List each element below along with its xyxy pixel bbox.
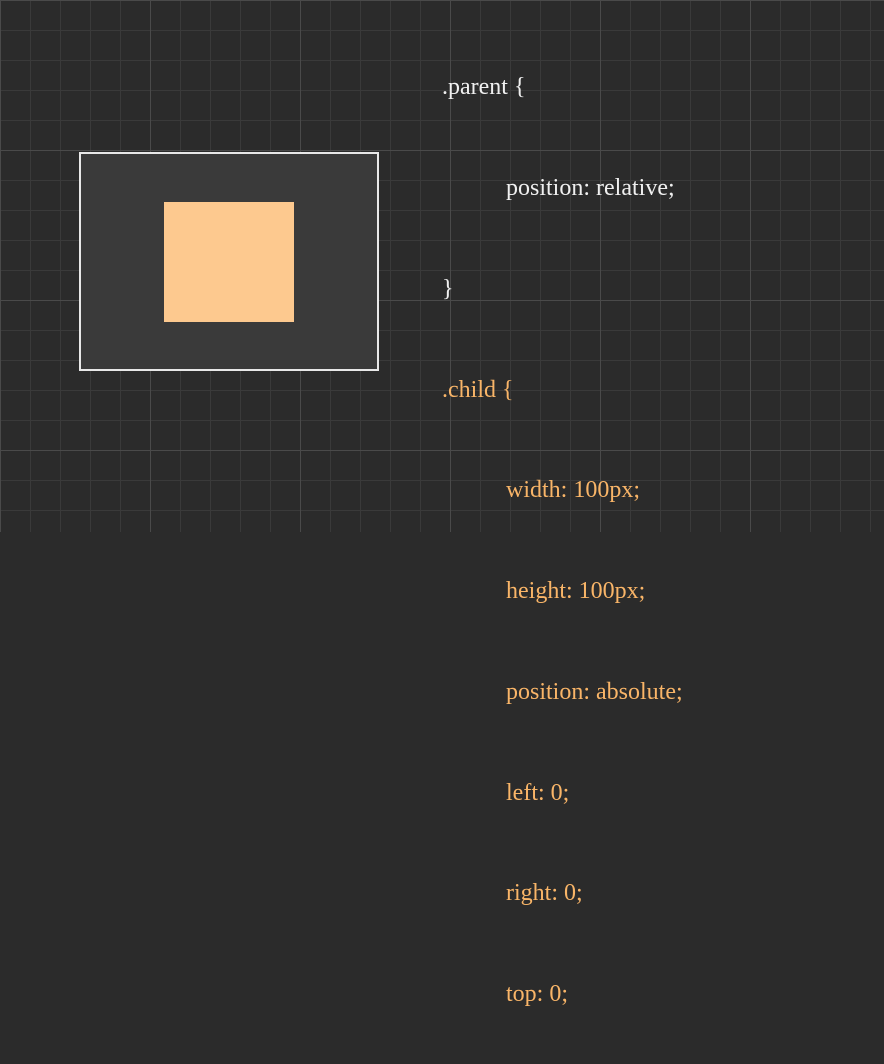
- parent-box: [79, 152, 379, 371]
- content-wrapper: .parent { position: relative; } .child {…: [0, 0, 884, 532]
- code-area: .parent { position: relative; } .child {…: [442, 4, 683, 1064]
- child-rule-left: left: 0;: [442, 777, 683, 811]
- child-rule-right: right: 0;: [442, 877, 683, 911]
- child-selector-line: .child {: [442, 374, 683, 408]
- child-rule-position: position: absolute;: [442, 676, 683, 710]
- child-rule-height: height: 100px;: [442, 575, 683, 609]
- parent-selector-line: .parent {: [442, 71, 683, 105]
- child-rule-top: top: 0;: [442, 978, 683, 1012]
- parent-rule-position: position: relative;: [442, 172, 683, 206]
- child-rule-width: width: 100px;: [442, 474, 683, 508]
- parent-close-brace: }: [442, 273, 683, 307]
- demo-area: [79, 152, 379, 371]
- child-box: [164, 202, 294, 322]
